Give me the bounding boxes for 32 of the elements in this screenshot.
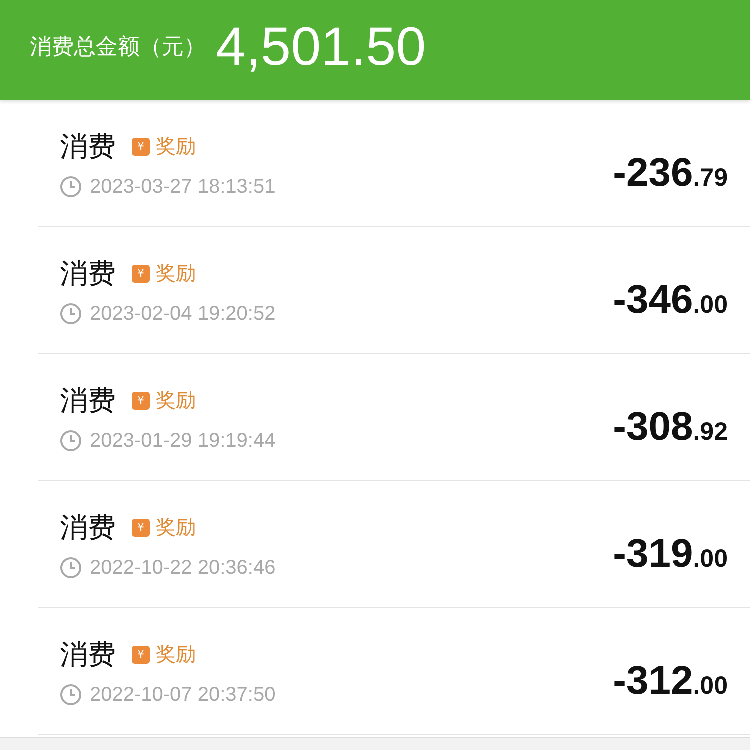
reward-tag: 奖励 [156, 514, 196, 541]
record-amount: -236.79 [613, 150, 728, 196]
reward-tag: 奖励 [156, 387, 196, 414]
record-title: 消费 [60, 256, 116, 292]
clock-icon [60, 303, 82, 325]
record-title: 消费 [60, 382, 116, 418]
record-time: 2023-02-04 19:20:52 [90, 302, 276, 326]
clock-icon [60, 430, 82, 452]
record-time: 2022-10-07 20:37:50 [90, 684, 276, 706]
record-title: 消费 [60, 128, 116, 164]
clock-icon [60, 684, 82, 706]
yuan-icon: ¥ [132, 518, 150, 536]
reward-tag: 奖励 [156, 133, 196, 160]
record-amount: -312.00 [613, 658, 728, 704]
yuan-icon: ¥ [132, 646, 150, 664]
total-amount: 4,501.50 [216, 16, 426, 78]
clock-icon [60, 557, 82, 579]
record-time: 2022-10-22 20:36:46 [90, 556, 276, 580]
yuan-icon: ¥ [132, 392, 150, 410]
record-amount: -346.00 [613, 278, 728, 322]
record-amount: -308.92 [613, 404, 728, 450]
total-label: 消费总金额（元） [30, 34, 206, 62]
yuan-icon: ¥ [132, 138, 150, 156]
record-title: 消费 [60, 510, 116, 546]
record-time: 2023-01-29 19:19:44 [90, 430, 276, 452]
yuan-icon: ¥ [132, 264, 150, 282]
clock-icon [60, 176, 82, 198]
record-title: 消费 [60, 636, 116, 672]
reward-tag: 奖励 [156, 641, 196, 668]
record-amount: -319.00 [613, 532, 728, 576]
reward-tag: 奖励 [156, 260, 196, 287]
record-time: 2023-03-27 18:13:51 [90, 176, 276, 198]
